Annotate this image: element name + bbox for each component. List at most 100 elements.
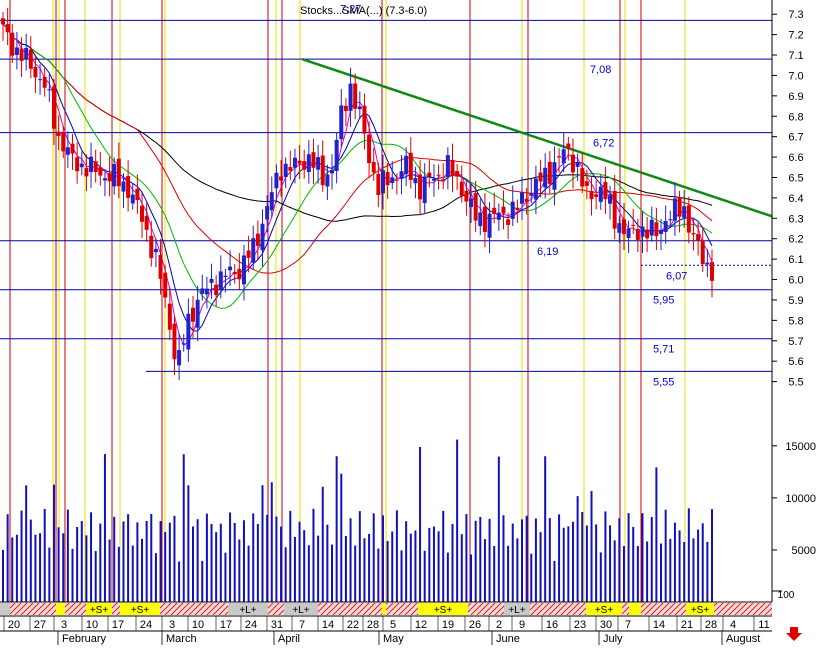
- price-tick-label: 7.3: [788, 9, 803, 21]
- volume-bar: [474, 520, 477, 602]
- volume-bar: [446, 552, 449, 602]
- volume-bar: [683, 541, 686, 602]
- volume-bar: [502, 515, 505, 602]
- day-label: 16: [546, 619, 558, 631]
- price-tick-label: 5.9: [788, 295, 803, 307]
- level-label: 6,72: [593, 138, 614, 150]
- day-label: 10: [86, 619, 98, 631]
- candle-body: [177, 350, 182, 366]
- candle-body: [362, 105, 367, 134]
- candle-body: [686, 205, 691, 233]
- candle-body: [112, 163, 117, 187]
- signal-band-label: +L+: [239, 605, 256, 616]
- volume-bar: [122, 521, 125, 602]
- volume-bar: [349, 518, 352, 602]
- volume-bar: [664, 509, 667, 602]
- candle-body: [255, 233, 260, 246]
- candle-body: [672, 198, 677, 221]
- candle-body: [316, 157, 321, 170]
- volume-bar: [419, 447, 422, 602]
- day-label: 17: [220, 619, 232, 631]
- volume-bar: [141, 538, 144, 602]
- volume-bar: [470, 554, 473, 602]
- day-label: 14: [322, 619, 334, 631]
- legend-text: Stocks...SMA(...) (7.3-6.0): [300, 5, 427, 17]
- candle-body: [529, 193, 534, 196]
- volume-bar: [511, 523, 514, 602]
- volume-bar: [701, 523, 704, 602]
- day-label: 22: [347, 619, 359, 631]
- volume-bar: [553, 560, 556, 602]
- candle-body: [649, 219, 654, 236]
- candle-body: [631, 224, 636, 226]
- candle-body: [51, 86, 56, 129]
- candle-body: [311, 152, 316, 168]
- signal-band-label: +S+: [434, 605, 453, 616]
- candle-body: [190, 307, 195, 322]
- volume-bar: [497, 456, 500, 602]
- volume-bar: [52, 484, 55, 602]
- candle-body: [659, 229, 664, 234]
- candle-body: [269, 192, 274, 211]
- candle-body: [645, 229, 650, 239]
- volume-bar: [567, 526, 570, 602]
- signal-band-segment: [382, 603, 386, 615]
- signal-band-label: +L+: [292, 605, 309, 616]
- chart-canvas: 7,277,086,726,196,075,955,715,55 +S+ +S+ +…: [0, 0, 819, 645]
- candle-body: [172, 323, 177, 360]
- volume-bar: [627, 513, 630, 602]
- candle-body: [431, 179, 436, 181]
- candle-body: [621, 219, 626, 235]
- volume-bar: [11, 537, 14, 602]
- volume-bar: [377, 548, 380, 602]
- candle-body: [487, 213, 492, 238]
- candle-body: [473, 193, 478, 221]
- volume-bar: [456, 439, 459, 602]
- volume-bar: [131, 545, 134, 602]
- candle-body: [450, 159, 455, 176]
- candle-body: [668, 219, 673, 221]
- signal-band-label: +S+: [131, 605, 150, 616]
- volume-bar: [178, 561, 181, 602]
- volume-bar: [280, 526, 283, 602]
- volume-bar: [307, 545, 310, 602]
- volume-bar: [321, 486, 324, 602]
- candle-body: [371, 162, 376, 173]
- volume-bar: [48, 547, 51, 602]
- candle-body: [584, 181, 589, 186]
- candle-body: [195, 299, 200, 328]
- candle-body: [640, 226, 645, 237]
- volume-tick-label: 15000: [785, 441, 816, 453]
- price-tick-label: 6.9: [788, 91, 803, 103]
- candle-body: [543, 167, 548, 188]
- candle-body: [394, 179, 399, 181]
- volume-bar: [85, 535, 88, 602]
- volume-bar: [641, 513, 644, 602]
- candle-body: [385, 172, 390, 186]
- candle-body: [436, 174, 441, 176]
- day-label: 5: [390, 619, 396, 631]
- volume-bar: [289, 510, 292, 602]
- volume-bar: [372, 513, 375, 602]
- volume-bar: [358, 511, 361, 602]
- candle-body: [283, 163, 288, 178]
- volume-bar: [99, 523, 102, 602]
- volume-bar: [94, 551, 97, 602]
- volume-bar: [256, 524, 259, 602]
- volume-bar: [182, 454, 185, 602]
- volume-bar: [145, 521, 148, 602]
- volume-bar: [432, 526, 435, 602]
- candle-body: [79, 163, 84, 168]
- candle-body: [343, 105, 348, 112]
- candle-body: [70, 143, 75, 154]
- volume-bar: [650, 516, 653, 602]
- day-label: 17: [112, 619, 124, 631]
- volume-bar: [187, 485, 190, 602]
- volume-bar: [331, 544, 334, 602]
- month-label: June: [496, 633, 520, 645]
- volume-bar: [335, 456, 338, 602]
- volume-bar: [29, 519, 32, 602]
- volume-bar: [312, 508, 315, 602]
- day-label: 21: [681, 619, 693, 631]
- candle-body: [469, 198, 474, 207]
